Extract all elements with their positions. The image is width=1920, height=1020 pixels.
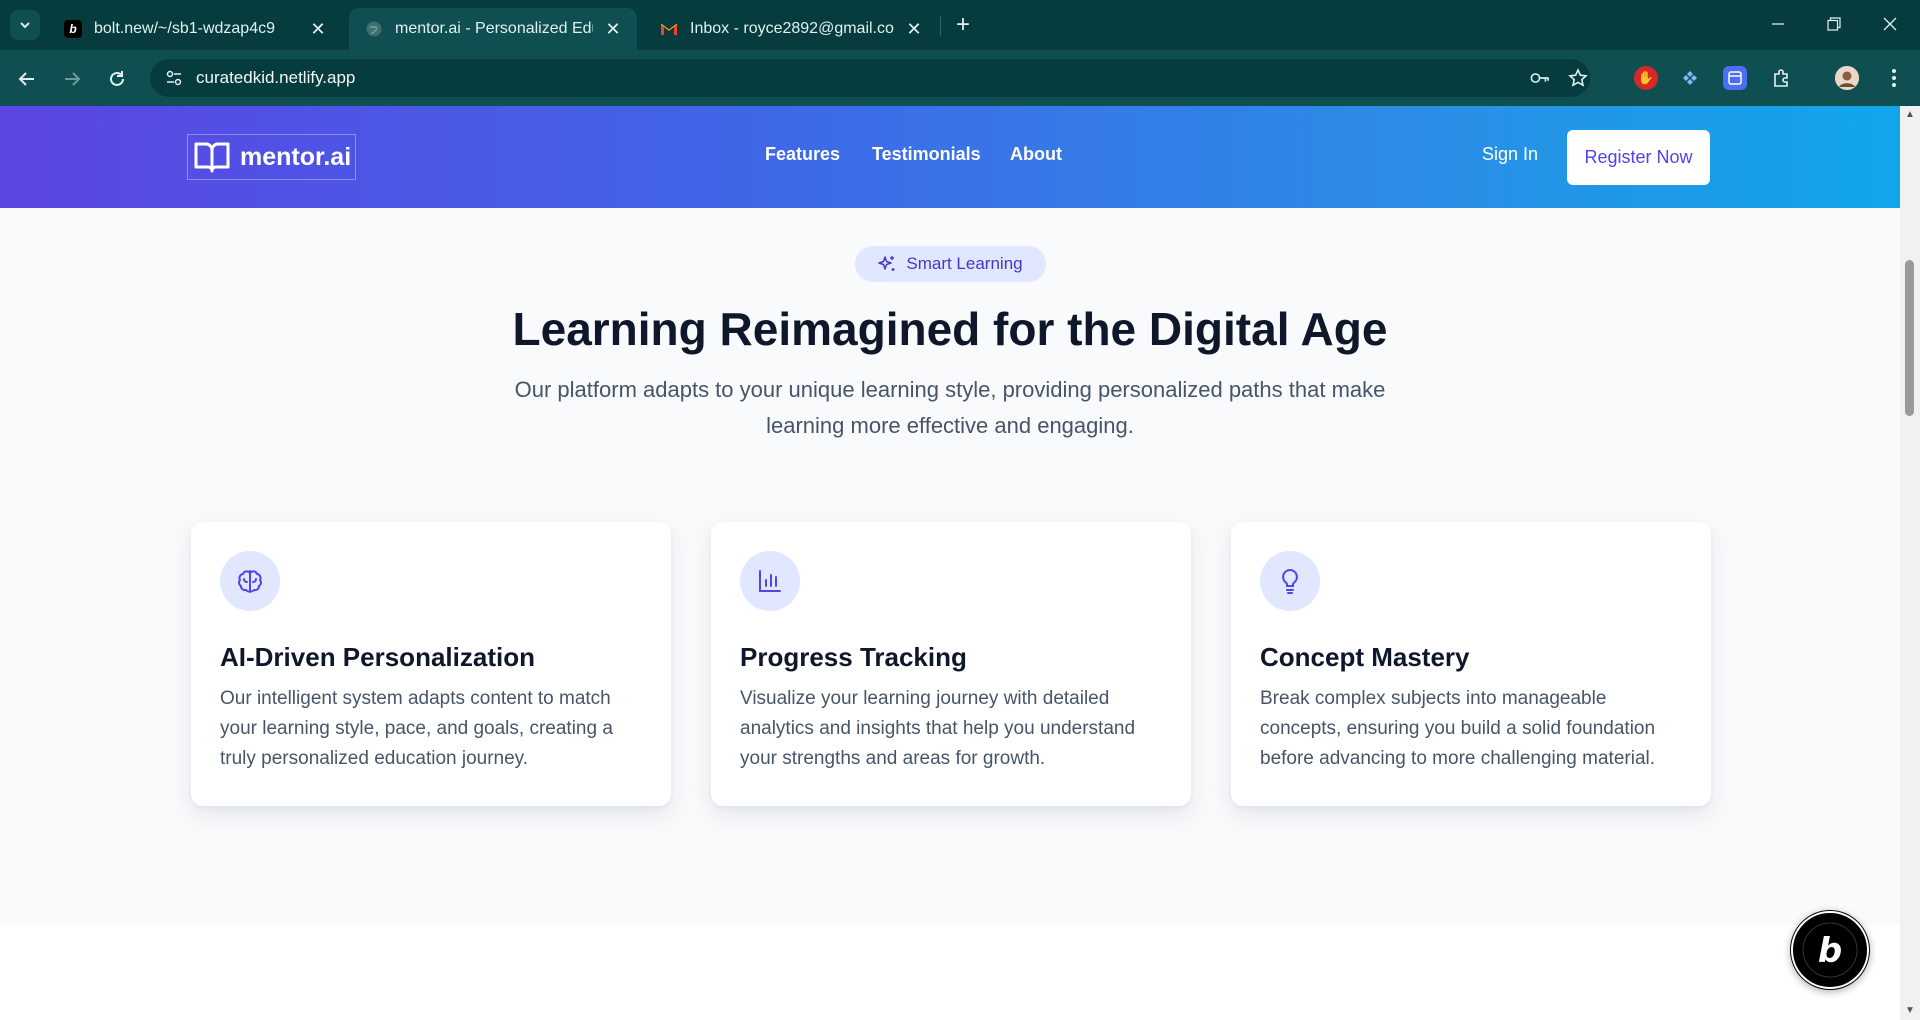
tab-mentor[interactable]: mentor.ai - Personalized Educat ✕ bbox=[349, 8, 637, 50]
nav-features[interactable]: Features bbox=[765, 144, 840, 165]
profile-avatar[interactable] bbox=[1835, 66, 1859, 90]
nav-testimonials[interactable]: Testimonials bbox=[872, 144, 981, 165]
next-section bbox=[0, 925, 1900, 1020]
browser-toolbar: curatedkid.netlify.app ✋ bbox=[0, 50, 1920, 106]
minimize-icon bbox=[1772, 23, 1784, 25]
logo-text: mentor.ai bbox=[240, 142, 352, 171]
site-logo[interactable]: mentor.ai bbox=[187, 134, 356, 180]
card-title: Progress Tracking bbox=[740, 642, 967, 672]
page-viewport: mentor.ai Features Testimonials About Si… bbox=[0, 106, 1900, 1020]
book-open-icon bbox=[192, 139, 232, 175]
card-title: Concept Mastery bbox=[1260, 642, 1470, 672]
tab-bolt[interactable]: b bolt.new/~/sb1-wdzap4c9 ✕ bbox=[48, 8, 342, 50]
feature-card-personalization: AI-Driven Personalization Our intelligen… bbox=[191, 522, 671, 806]
back-button[interactable] bbox=[10, 62, 44, 96]
close-icon[interactable]: ✕ bbox=[308, 19, 328, 39]
scroll-up-arrow[interactable]: ▲ bbox=[1904, 110, 1916, 120]
close-window-button[interactable] bbox=[1862, 0, 1918, 48]
chevron-down-icon bbox=[20, 22, 30, 29]
tab-separator bbox=[940, 16, 941, 36]
scroll-thumb[interactable] bbox=[1905, 260, 1914, 416]
scroll-down-arrow[interactable]: ▼ bbox=[1904, 1006, 1916, 1016]
key-icon[interactable] bbox=[1530, 68, 1550, 88]
brain-icon bbox=[220, 551, 280, 611]
new-tab-button[interactable]: + bbox=[948, 10, 978, 40]
sparkles-icon bbox=[878, 255, 896, 273]
tab-gmail[interactable]: Inbox - royce2892@gmail.com ✕ bbox=[644, 8, 938, 50]
register-button[interactable]: Register Now bbox=[1567, 130, 1710, 185]
nav-about[interactable]: About bbox=[1010, 144, 1062, 165]
sign-in-link[interactable]: Sign In bbox=[1482, 144, 1538, 165]
gmail-icon bbox=[660, 20, 678, 38]
svg-text:b: b bbox=[1818, 931, 1842, 971]
card-description: Our intelligent system adapts content to… bbox=[220, 688, 613, 769]
card-description: Visualize your learning journey with det… bbox=[740, 688, 1136, 769]
extensions-puzzle-icon[interactable] bbox=[1769, 66, 1793, 90]
reload-button[interactable] bbox=[100, 62, 134, 96]
restore-icon bbox=[1827, 17, 1841, 31]
feature-card-progress: Progress Tracking Visualize your learnin… bbox=[711, 522, 1191, 806]
restore-button[interactable] bbox=[1806, 0, 1862, 48]
card-title: AI-Driven Personalization bbox=[220, 642, 535, 672]
close-icon bbox=[1883, 17, 1897, 31]
minimize-button[interactable] bbox=[1750, 0, 1806, 48]
tab-title: Inbox - royce2892@gmail.com bbox=[690, 20, 894, 37]
bolt-badge[interactable]: b bbox=[1790, 910, 1870, 990]
arrow-right-icon bbox=[65, 72, 81, 86]
more-menu-icon[interactable] bbox=[1882, 66, 1906, 90]
address-bar[interactable]: curatedkid.netlify.app bbox=[150, 59, 1590, 97]
forward-button[interactable] bbox=[55, 62, 89, 96]
window-extension-icon[interactable] bbox=[1723, 66, 1747, 90]
browser-tab-bar: b bolt.new/~/sb1-wdzap4c9 ✕ mentor.ai - … bbox=[0, 0, 1920, 50]
feature-card-mastery: Concept Mastery Break complex subjects i… bbox=[1231, 522, 1711, 806]
page-scrollbar[interactable]: ▲ ▼ bbox=[1900, 106, 1920, 1020]
lightbulb-icon bbox=[1260, 551, 1320, 611]
close-icon[interactable]: ✕ bbox=[904, 19, 924, 39]
tab-title: bolt.new/~/sb1-wdzap4c9 bbox=[94, 20, 275, 37]
tab-title: mentor.ai - Personalized Educat bbox=[395, 20, 593, 37]
puzzle-blue-extension-icon[interactable] bbox=[1678, 66, 1702, 90]
hand-extension-icon[interactable]: ✋ bbox=[1634, 66, 1658, 90]
site-header: mentor.ai Features Testimonials About Si… bbox=[0, 106, 1900, 208]
reload-icon bbox=[110, 71, 124, 86]
hero-title: Learning Reimagined for the Digital Age bbox=[512, 303, 1388, 355]
url-text[interactable]: curatedkid.netlify.app bbox=[196, 68, 355, 88]
bar-chart-icon bbox=[740, 551, 800, 611]
hero-subtitle: Our platform adapts to your unique learn… bbox=[514, 377, 1386, 438]
badge-label: Smart Learning bbox=[906, 254, 1023, 273]
globe-icon bbox=[365, 20, 383, 38]
close-icon[interactable]: ✕ bbox=[603, 19, 623, 39]
bolt-logo-icon: b bbox=[1791, 911, 1869, 989]
site-info-icon[interactable] bbox=[164, 68, 184, 88]
arrow-left-icon bbox=[18, 72, 34, 86]
card-description: Break complex subjects into manageable c… bbox=[1260, 688, 1656, 769]
tab-search-button[interactable] bbox=[10, 10, 40, 40]
smart-learning-badge: Smart Learning bbox=[855, 246, 1046, 282]
star-icon[interactable] bbox=[1568, 68, 1588, 88]
bolt-icon: b bbox=[64, 20, 82, 38]
